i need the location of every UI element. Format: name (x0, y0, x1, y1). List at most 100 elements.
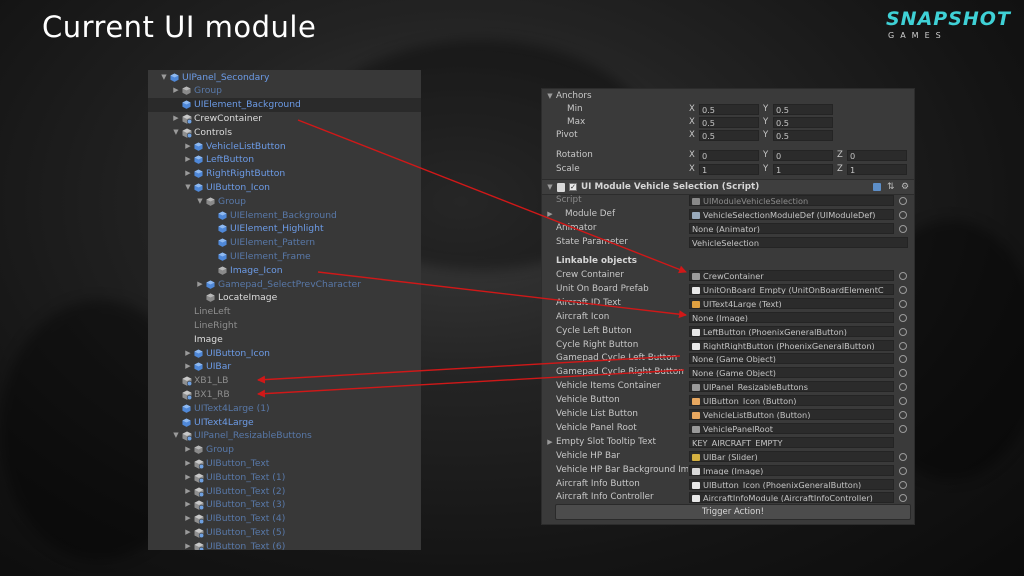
rotation-y-field[interactable]: 0 (773, 150, 833, 161)
foldout-open-icon[interactable]: ▼ (172, 126, 180, 140)
object-reference-field[interactable]: UIPanel_ResizableButtons (689, 381, 894, 393)
object-reference-field[interactable]: AircraftInfoModule (AircraftInfoControll… (689, 492, 894, 504)
object-picker-icon[interactable] (899, 272, 907, 280)
object-picker-icon[interactable] (899, 411, 907, 419)
hierarchy-row[interactable]: UIElement_Pattern (148, 236, 421, 250)
foldout-closed-icon[interactable]: ▶ (184, 540, 192, 550)
object-picker-icon[interactable] (899, 211, 907, 219)
enabled-checkbox[interactable]: ✓ (569, 183, 577, 191)
scale-z-field[interactable]: 1 (847, 164, 907, 175)
hierarchy-row[interactable]: ▼ UIPanel_Secondary (148, 71, 421, 85)
object-reference-field[interactable]: Image (Image) (689, 464, 894, 476)
hierarchy-row[interactable]: UIElement_Background (148, 98, 421, 112)
foldout-closed-icon[interactable]: ▶ (184, 457, 192, 471)
hierarchy-row[interactable]: Image_Icon (148, 264, 421, 278)
object-reference-field[interactable]: VehiclePanelRoot (689, 422, 894, 434)
rotation-z-field[interactable]: 0 (847, 150, 907, 161)
object-picker-icon[interactable] (899, 341, 907, 350)
hierarchy-row[interactable]: Image (148, 333, 421, 347)
hierarchy-row[interactable]: ▶ UIButton_Text (148, 457, 421, 471)
scale-x-field[interactable]: 1 (699, 164, 759, 175)
hierarchy-row[interactable]: UIText4Large (148, 416, 421, 430)
object-picker-icon[interactable] (899, 369, 907, 378)
hierarchy-row[interactable]: LocateImage (148, 291, 421, 305)
object-picker-icon[interactable] (899, 480, 907, 489)
hierarchy-row[interactable]: BX1_RB (148, 388, 421, 402)
object-picker-icon[interactable] (899, 424, 907, 433)
object-picker-icon[interactable] (899, 225, 907, 233)
component-header[interactable]: ▼ ✓ UI Module Vehicle Selection (Script)… (541, 179, 915, 195)
foldout-closed-icon[interactable]: ▶ (172, 84, 180, 98)
hierarchy-row[interactable]: ▶ CrewContainer (148, 112, 421, 126)
object-reference-field[interactable]: UnitOnBoard_Empty (UnitOnBoardElementC (689, 283, 894, 295)
hierarchy-row[interactable]: UIText4Large (1) (148, 402, 421, 416)
object-picker-icon[interactable] (899, 383, 907, 392)
settings-gear-icon[interactable]: ⚙ (901, 180, 909, 194)
max-y-field[interactable]: 0.5 (773, 117, 833, 128)
animator-field[interactable]: None (Animator) (689, 223, 894, 234)
object-reference-field[interactable]: UIBar (Slider) (689, 450, 894, 462)
foldout-closed-icon[interactable]: ▶ (184, 485, 192, 499)
object-picker-icon[interactable] (899, 397, 907, 406)
hierarchy-row[interactable]: ▼ UIPanel_ResizableButtons (148, 429, 421, 443)
foldout-open-icon[interactable]: ▼ (184, 181, 192, 195)
hierarchy-row[interactable]: ▶ LeftButton (148, 153, 421, 167)
hierarchy-row[interactable]: LineRight (148, 319, 421, 333)
hierarchy-panel[interactable]: ▼ UIPanel_Secondary ▶ Group UIElement_Backgr… (148, 70, 421, 550)
hierarchy-row[interactable]: ▼ UIButton_Icon (148, 181, 421, 195)
hierarchy-row[interactable]: ▶ VehicleListButton (148, 140, 421, 154)
hierarchy-row[interactable]: ▶ UIButton_Text (5) (148, 526, 421, 540)
foldout-open-icon[interactable]: ▼ (546, 180, 554, 194)
foldout-open-icon[interactable]: ▼ (160, 71, 168, 85)
object-reference-field[interactable]: UIButton_Icon (Button) (689, 395, 894, 407)
hierarchy-row[interactable]: UIElement_Background (148, 209, 421, 223)
object-reference-field[interactable]: LeftButton (PhoenixGeneralButton) (689, 325, 894, 337)
object-reference-field[interactable]: RightRightButton (PhoenixGeneralButton) (689, 339, 894, 351)
preset-icon[interactable]: ⇅ (887, 180, 895, 194)
object-picker-icon[interactable] (899, 452, 907, 461)
min-x-field[interactable]: 0.5 (699, 104, 759, 115)
hierarchy-row[interactable]: ▶ RightRightButton (148, 167, 421, 181)
hierarchy-row[interactable]: UIElement_Highlight (148, 222, 421, 236)
object-picker-icon[interactable] (899, 285, 907, 294)
object-reference-field[interactable]: None (Game Object) (689, 367, 894, 379)
hierarchy-row[interactable]: ▶ Group (148, 84, 421, 98)
hierarchy-row[interactable]: ▶ UIButton_Text (2) (148, 485, 421, 499)
object-reference-field[interactable]: UIText4Large (Text) (689, 297, 894, 309)
hierarchy-row[interactable]: ▶ UIButton_Text (4) (148, 512, 421, 526)
foldout-closed-icon[interactable]: ▶ (546, 436, 554, 449)
foldout-closed-icon[interactable]: ▶ (184, 443, 192, 457)
trigger-action-button[interactable]: Trigger Action! (555, 504, 911, 520)
object-reference-field[interactable]: UIButton_Icon (PhoenixGeneralButton) (689, 478, 894, 490)
min-y-field[interactable]: 0.5 (773, 104, 833, 115)
object-picker-icon[interactable] (899, 355, 907, 364)
hierarchy-row[interactable]: XB1_LB (148, 374, 421, 388)
hierarchy-row[interactable]: ▶ Group (148, 443, 421, 457)
foldout-open-icon[interactable]: ▼ (172, 429, 180, 443)
object-reference-field[interactable]: CrewContainer (689, 270, 894, 281)
module-def-field[interactable]: VehicleSelectionModuleDef (UIModuleDef) (689, 209, 894, 220)
foldout-closed-icon[interactable]: ▶ (184, 167, 192, 181)
hierarchy-row[interactable]: ▶ UIButton_Text (3) (148, 498, 421, 512)
rotation-x-field[interactable]: 0 (699, 150, 759, 161)
hierarchy-row[interactable]: ▶ UIButton_Text (1) (148, 471, 421, 485)
foldout-closed-icon[interactable]: ▶ (184, 512, 192, 526)
foldout-closed-icon[interactable]: ▶ (184, 140, 192, 154)
foldout-closed-icon[interactable]: ▶ (184, 526, 192, 540)
object-reference-field[interactable]: VehicleListButton (Button) (689, 409, 894, 420)
foldout-open-icon[interactable]: ▼ (196, 195, 204, 209)
foldout-closed-icon[interactable]: ▶ (184, 360, 192, 374)
hierarchy-row[interactable]: ▼ Group (148, 195, 421, 209)
anchors-row[interactable]: ▼ Anchors (541, 90, 915, 103)
foldout-closed-icon[interactable]: ▶ (184, 153, 192, 167)
hierarchy-row[interactable]: UIElement_Frame (148, 250, 421, 264)
hierarchy-row[interactable]: LineLeft (148, 305, 421, 319)
object-picker-icon[interactable] (899, 327, 907, 336)
object-reference-field[interactable]: None (Game Object) (689, 353, 894, 365)
hierarchy-row[interactable]: ▶ UIButton_Text (6) (148, 540, 421, 550)
state-parameter-field[interactable]: VehicleSelection (689, 237, 908, 248)
foldout-closed-icon[interactable]: ▶ (546, 208, 554, 221)
foldout-closed-icon[interactable]: ▶ (184, 471, 192, 485)
foldout-closed-icon[interactable]: ▶ (172, 112, 180, 126)
object-reference-field[interactable]: None (Image) (689, 311, 894, 323)
